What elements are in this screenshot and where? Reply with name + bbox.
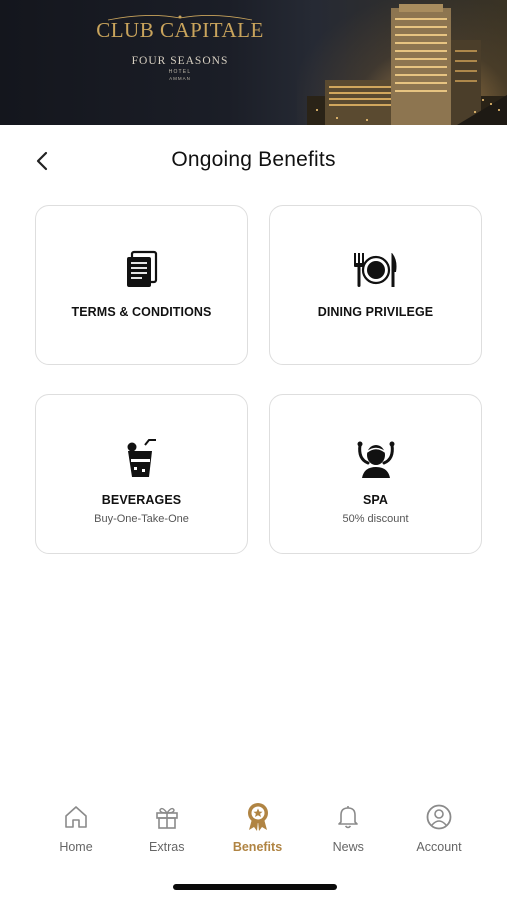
brand-logo: CLUB CAPITALE FOUR SEASONS HOTEL AMMAN xyxy=(70,15,290,81)
nav-label: Benefits xyxy=(232,840,283,854)
nav-label: Extras xyxy=(149,840,185,854)
benefit-card-spa[interactable]: SPA 50% discount xyxy=(269,394,482,554)
nav-label: Account xyxy=(416,840,462,854)
nav-news[interactable]: News xyxy=(308,790,388,860)
document-icon xyxy=(36,248,247,292)
bottom-navigation: Home Extras Benefits News Account xyxy=(0,790,507,860)
benefit-subtitle: 50% discount xyxy=(342,513,409,525)
spa-person-icon xyxy=(270,437,481,481)
nav-label: Home xyxy=(59,840,93,854)
benefit-card-terms[interactable]: TERMS & CONDITIONS xyxy=(35,205,248,365)
nav-account[interactable]: Account xyxy=(399,790,479,860)
benefit-label: SPA xyxy=(362,493,389,507)
nav-extras[interactable]: Extras xyxy=(127,790,207,860)
hotel-building-image xyxy=(307,4,507,125)
nav-home[interactable]: Home xyxy=(36,790,116,860)
benefit-label: TERMS & CONDITIONS xyxy=(71,305,212,319)
hotel-name: FOUR SEASONS xyxy=(131,55,229,67)
user-circle-icon xyxy=(425,800,453,834)
hero-banner: CLUB CAPITALE FOUR SEASONS HOTEL AMMAN xyxy=(0,0,507,125)
benefit-card-beverages[interactable]: BEVERAGES Buy-One-Take-One xyxy=(35,394,248,554)
logo-ornament xyxy=(107,15,253,21)
gift-icon xyxy=(154,800,180,834)
page-header: Ongoing Benefits xyxy=(0,125,507,197)
benefit-subtitle: Buy-One-Take-One xyxy=(94,513,189,525)
hotel-word: HOTEL xyxy=(168,69,192,75)
home-indicator[interactable] xyxy=(173,884,337,890)
award-badge-icon xyxy=(244,800,272,834)
bell-icon xyxy=(335,800,361,834)
nav-label: News xyxy=(332,840,364,854)
drink-icon xyxy=(36,437,247,481)
benefit-label: DINING PRIVILEGE xyxy=(317,305,434,319)
benefit-label: BEVERAGES xyxy=(101,493,182,507)
benefit-card-dining[interactable]: DINING PRIVILEGE xyxy=(269,205,482,365)
page-title: Ongoing Benefits xyxy=(171,148,336,171)
home-icon xyxy=(63,800,89,834)
plate-cutlery-icon xyxy=(270,248,481,292)
nav-benefits[interactable]: Benefits xyxy=(218,790,298,860)
hotel-city: AMMAN xyxy=(169,76,191,81)
